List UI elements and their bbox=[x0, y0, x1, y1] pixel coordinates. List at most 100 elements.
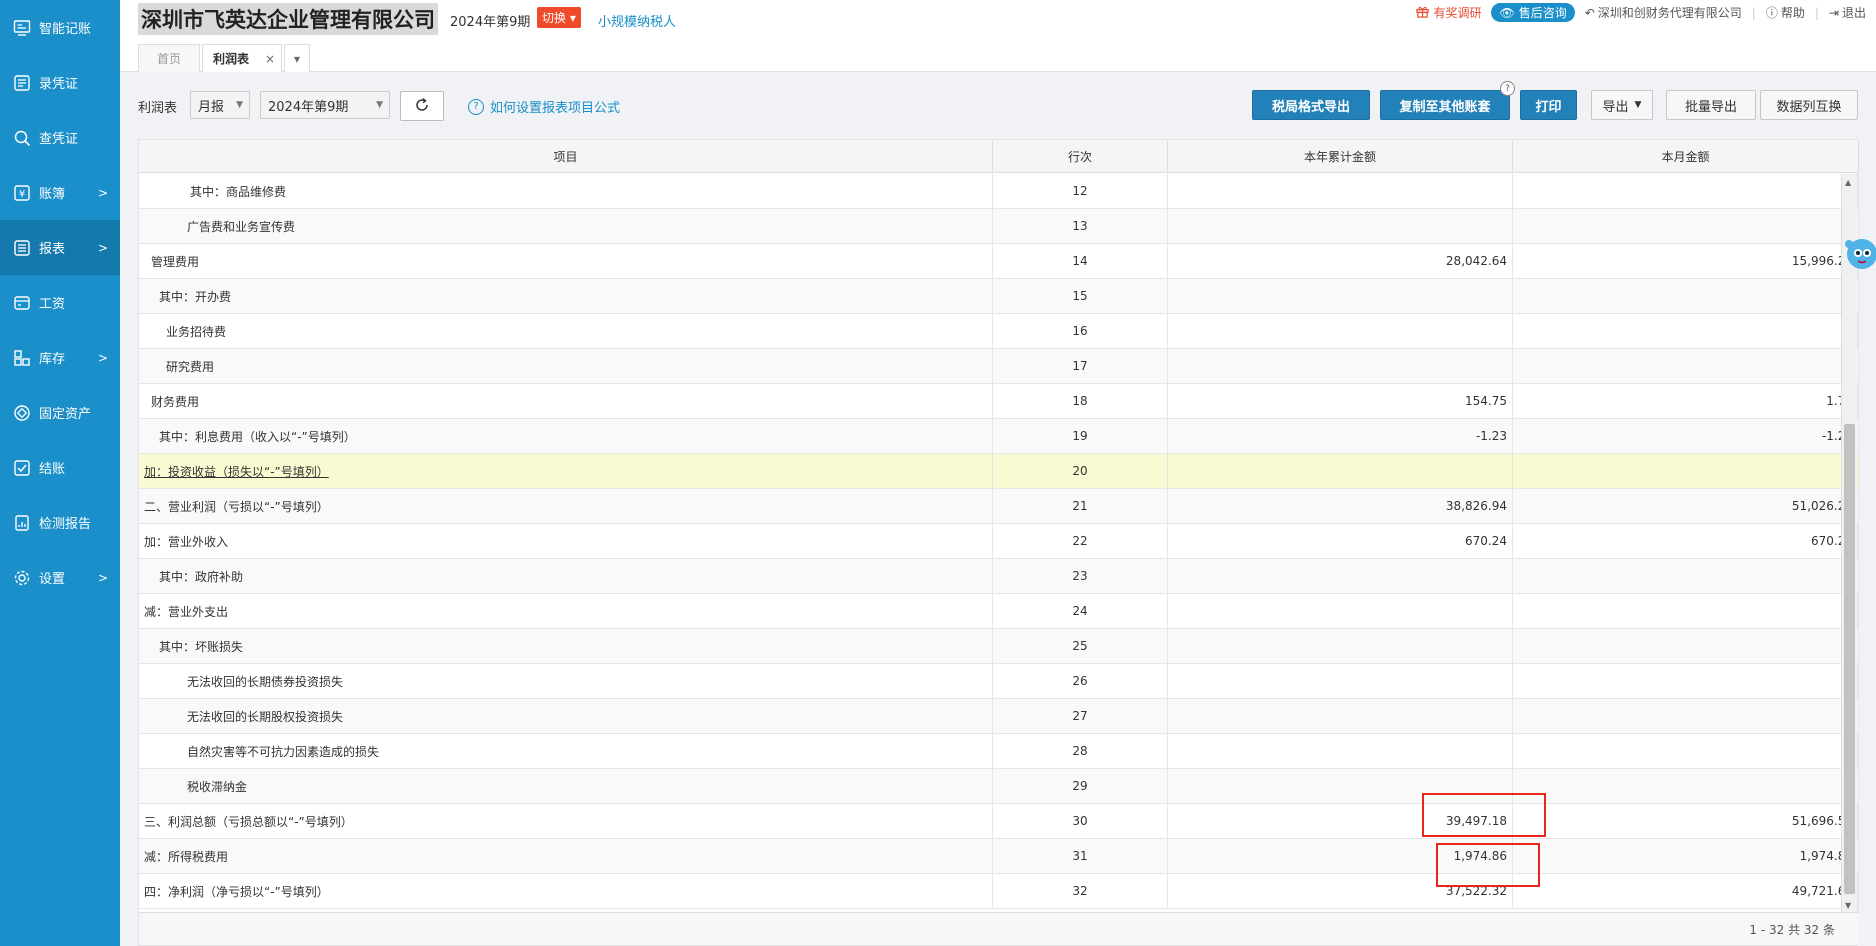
table-row[interactable]: 其中：利息费用（收入以“-”号填列） 19 -1.23 -1.23 bbox=[139, 419, 1859, 454]
export-dropdown-button[interactable]: 导出 ▼ bbox=[1591, 90, 1653, 120]
cell-year-amount-text: 38,826.94 bbox=[1445, 499, 1507, 513]
switch-period-button[interactable]: 切换 ▾ bbox=[537, 7, 581, 28]
cell-row-no-text: 19 bbox=[1072, 429, 1088, 443]
logout-icon: ⇥ bbox=[1828, 5, 1839, 20]
sidebar-item-3[interactable]: 查凭证 bbox=[0, 110, 120, 165]
tab-income-statement[interactable]: 利润表 × bbox=[202, 44, 282, 72]
cell-row-no: 28 bbox=[993, 734, 1168, 768]
cell-month-amount bbox=[1513, 454, 1859, 488]
cell-item-text: 减：所得税费用 bbox=[144, 849, 229, 864]
chevron-right-icon: > bbox=[97, 185, 108, 200]
caret-down-icon: ▾ bbox=[569, 11, 576, 25]
scroll-up-icon[interactable]: ▲ bbox=[1845, 178, 1851, 187]
question-badge-icon[interactable]: ? bbox=[1500, 81, 1515, 96]
tab-bar: 首页 利润表 × ▾ bbox=[138, 44, 312, 72]
cell-row-no: 21 bbox=[993, 489, 1168, 523]
scrollbar-thumb[interactable] bbox=[1844, 424, 1855, 894]
sidebar-item-1[interactable]: 智能记账 bbox=[0, 0, 120, 55]
period-type-value: 月报 bbox=[198, 99, 225, 115]
after-sales-button[interactable]: 👁 售后咨询 bbox=[1491, 3, 1575, 22]
sidebar-item-2[interactable]: 录凭证 bbox=[0, 55, 120, 110]
help-link[interactable]: ⓘ 帮助 bbox=[1766, 4, 1805, 21]
cell-item-text[interactable]: 加：投资收益（损失以“-”号填列） bbox=[144, 463, 329, 480]
print-button[interactable]: 打印 bbox=[1520, 90, 1577, 120]
cell-item: 自然灾害等不可抗力因素造成的损失 bbox=[139, 734, 993, 768]
formula-help-link[interactable]: ? 如何设置报表项目公式 bbox=[468, 97, 620, 116]
table-row[interactable]: 广告费和业务宣传费 13 bbox=[139, 209, 1859, 244]
agent-company-link[interactable]: ↶ 深圳和创财务代理有限公司 bbox=[1585, 4, 1742, 21]
refresh-button[interactable] bbox=[400, 91, 444, 121]
copy-to-other-account-button[interactable]: 复制至其他账套 ? bbox=[1380, 81, 1515, 120]
cell-item-text: 无法收回的长期债券投资损失 bbox=[187, 674, 344, 689]
cell-item: 其中：开办费 bbox=[139, 279, 993, 313]
vertical-scrollbar[interactable]: ▲ ▼ bbox=[1841, 174, 1857, 914]
period-type-select[interactable]: 月报 ▼ bbox=[190, 91, 250, 119]
gift-icon bbox=[1416, 5, 1430, 21]
table-row[interactable]: 加：投资收益（损失以“-”号填列） 20 bbox=[139, 454, 1859, 489]
close-icon[interactable]: × bbox=[265, 52, 275, 66]
table-row[interactable]: 其中：商品维修费 12 bbox=[139, 174, 1859, 209]
cell-item-text: 减：营业外支出 bbox=[144, 604, 229, 619]
table-row[interactable]: 研究费用 17 bbox=[139, 349, 1859, 384]
table-row[interactable]: 财务费用 18 154.75 1.77 bbox=[139, 384, 1859, 419]
question-circle-icon: ⓘ bbox=[1765, 6, 1778, 20]
sidebar-item-7[interactable]: 库存 > bbox=[0, 330, 120, 385]
assistant-mascot-icon[interactable] bbox=[1840, 232, 1876, 280]
cell-month-amount: 1.77 bbox=[1513, 384, 1859, 418]
sidebar-item-4[interactable]: ¥ 账簿 > bbox=[0, 165, 120, 220]
cell-row-no-text: 22 bbox=[1072, 534, 1088, 548]
cell-year-amount bbox=[1168, 279, 1513, 313]
table-row[interactable]: 减：所得税费用 31 1,974.86 1,974.86 bbox=[139, 839, 1859, 874]
cell-month-amount bbox=[1513, 594, 1859, 628]
cell-row-no: 25 bbox=[993, 629, 1168, 663]
smart-book-icon bbox=[12, 18, 32, 38]
cell-item: 无法收回的长期债券投资损失 bbox=[139, 664, 993, 698]
reward-survey-link[interactable]: 有奖调研 bbox=[1416, 4, 1481, 21]
table-row[interactable]: 三、利润总额（亏损总额以“-”号填列） 30 39,497.18 51,696.52 bbox=[139, 804, 1859, 839]
sidebar: 智能记账 录凭证 查凭证 ¥ 账簿 > 报表 > 工资 库存 > 固定资产 结账 检测报告 设置 > bbox=[0, 0, 120, 946]
sidebar-item-8[interactable]: 固定资产 bbox=[0, 385, 120, 440]
top-right-links: 有奖调研 👁 售后咨询 ↶ 深圳和创财务代理有限公司 | ⓘ 帮助 | ⇥ 退出 bbox=[1406, 3, 1866, 22]
cell-year-amount: 28,042.64 bbox=[1168, 244, 1513, 278]
cell-item: 加：投资收益（损失以“-”号填列） bbox=[139, 454, 993, 488]
table-row[interactable]: 其中：坏账损失 25 bbox=[139, 629, 1859, 664]
voucher-entry-icon bbox=[12, 73, 32, 93]
cell-year-amount-text: -1.23 bbox=[1475, 429, 1507, 443]
period-value: 2024年第9期 bbox=[268, 99, 349, 115]
tax-format-export-button[interactable]: 税局格式导出 bbox=[1252, 90, 1370, 120]
sidebar-item-label: 账簿 bbox=[39, 187, 66, 202]
table-row[interactable]: 其中：开办费 15 bbox=[139, 279, 1859, 314]
table-row[interactable]: 其中：政府补助 23 bbox=[139, 559, 1859, 594]
batch-export-button[interactable]: 批量导出 bbox=[1666, 90, 1756, 120]
tab-more-dropdown[interactable]: ▾ bbox=[284, 44, 310, 72]
scroll-down-icon[interactable]: ▼ bbox=[1845, 901, 1851, 910]
table-row[interactable]: 无法收回的长期债券投资损失 26 bbox=[139, 664, 1859, 699]
table-row[interactable]: 管理费用 14 28,042.64 15,996.20 bbox=[139, 244, 1859, 279]
sidebar-item-5[interactable]: 报表 > bbox=[0, 220, 120, 275]
table-row[interactable]: 税收滞纳金 29 bbox=[139, 769, 1859, 804]
swap-columns-button[interactable]: 数据列互换 bbox=[1760, 90, 1858, 120]
tab-home[interactable]: 首页 bbox=[138, 44, 200, 72]
sidebar-item-10[interactable]: 检测报告 bbox=[0, 495, 120, 550]
table-row[interactable]: 二、营业利润（亏损以“-”号填列） 21 38,826.94 51,026.28 bbox=[139, 489, 1859, 524]
table-row[interactable]: 四：净利润（净亏损以“-”号填列） 32 37,522.32 49,721.66 bbox=[139, 874, 1859, 909]
table-row[interactable]: 加：营业外收入 22 670.24 670.24 bbox=[139, 524, 1859, 559]
taxpayer-type-link[interactable]: 小规模纳税人 bbox=[598, 11, 676, 30]
service-label: 售后咨询 bbox=[1518, 6, 1567, 20]
cell-month-amount bbox=[1513, 349, 1859, 383]
cell-item: 管理费用 bbox=[139, 244, 993, 278]
cell-year-amount bbox=[1168, 454, 1513, 488]
sidebar-item-11[interactable]: 设置 > bbox=[0, 550, 120, 605]
period-select[interactable]: 2024年第9期 ▼ bbox=[260, 91, 390, 119]
logout-link[interactable]: ⇥ 退出 bbox=[1829, 4, 1866, 21]
cell-item-text: 三、利润总额（亏损总额以“-”号填列） bbox=[144, 814, 353, 829]
report-toolbar: 利润表 月报 ▼ 2024年第9期 ▼ ? 如何设置报表项目公式 税局格式导出 … bbox=[138, 81, 1858, 122]
period-label: 2024年第9期 bbox=[450, 15, 531, 30]
table-row[interactable]: 无法收回的长期股权投资损失 27 bbox=[139, 699, 1859, 734]
cell-month-amount: 51,026.28 bbox=[1513, 489, 1859, 523]
sidebar-item-6[interactable]: 工资 bbox=[0, 275, 120, 330]
table-row[interactable]: 业务招待费 16 bbox=[139, 314, 1859, 349]
table-row[interactable]: 自然灾害等不可抗力因素造成的损失 28 bbox=[139, 734, 1859, 769]
sidebar-item-9[interactable]: 结账 bbox=[0, 440, 120, 495]
table-row[interactable]: 减：营业外支出 24 bbox=[139, 594, 1859, 629]
